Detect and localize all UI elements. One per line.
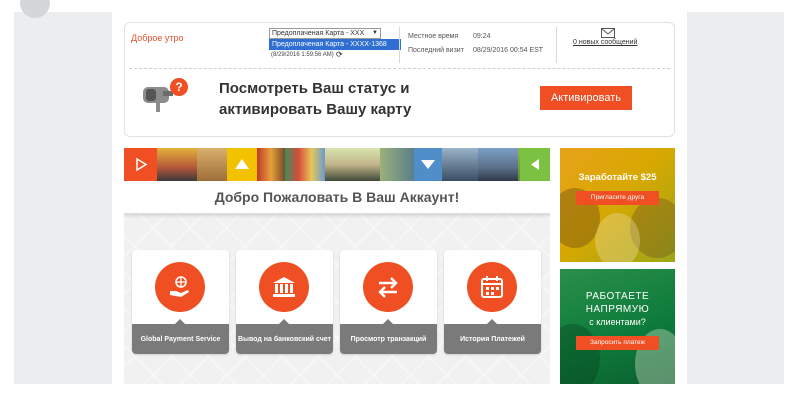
account-header-card: Доброе утро Предоплаченая Карта - ХХХ ▼ … xyxy=(124,22,675,137)
tile-icon-circle xyxy=(259,262,309,312)
tile-icon-circle xyxy=(467,262,517,312)
play-icon xyxy=(136,157,148,172)
card-timestamp: (8/29/2016 1:59:56 AM) xyxy=(271,52,334,58)
card-option-highlighted[interactable]: Предоплаченая Карта - ХХХХ-1368 xyxy=(269,39,401,50)
image-strip xyxy=(124,148,550,181)
strip-photo-people xyxy=(325,148,380,181)
mailbox-question-icon: ? xyxy=(143,78,188,112)
promo-photo xyxy=(560,324,600,384)
divider xyxy=(556,27,557,63)
promo-work-line2: НАПРЯМУЮ xyxy=(585,304,650,315)
strip-photo-money xyxy=(380,148,414,181)
strip-tile-play[interactable] xyxy=(124,148,157,181)
transfer-arrows-icon xyxy=(378,277,398,298)
strip-photo-coins xyxy=(285,148,325,181)
activate-button[interactable]: Активировать xyxy=(540,86,632,110)
status-message: Посмотреть Ваш статус и активировать Ваш… xyxy=(219,80,412,118)
tile-label: Global Payment Service xyxy=(132,319,229,354)
invite-friend-button[interactable]: Пригласите друга xyxy=(576,191,659,205)
welcome-bar: Добро Пожаловать В Ваш Аккаунт! xyxy=(124,181,550,214)
tile-global-payment[interactable]: Global Payment Service xyxy=(132,250,229,354)
tile-icon-circle xyxy=(155,262,205,312)
tile-bank-withdrawal[interactable]: Вывод на банковский счет xyxy=(236,250,333,354)
tile-label: Просмотр транзакций xyxy=(340,319,437,354)
messages-link[interactable]: 0 новых сообщений xyxy=(573,39,637,46)
promo-earn-title: Заработайте $25 xyxy=(578,172,657,183)
strip-photo-city xyxy=(157,148,197,181)
chevron-left-icon xyxy=(531,159,539,170)
dashed-separator xyxy=(129,68,670,69)
strip-photo-skyline xyxy=(478,148,518,181)
tile-icon-circle xyxy=(363,262,413,312)
local-time-value: 09:24 xyxy=(473,33,491,40)
refresh-icon[interactable]: ⟳ xyxy=(336,50,343,59)
calendar-icon xyxy=(481,276,503,298)
promo-photo xyxy=(595,213,640,262)
promo-work-line3: с клиентами? xyxy=(589,317,646,327)
strip-photo-pyramids xyxy=(197,148,227,181)
tile-payment-history[interactable]: История Платежей xyxy=(444,250,541,354)
strip-tile-down[interactable] xyxy=(414,148,442,181)
request-payment-button[interactable]: Запросить платеж xyxy=(576,336,659,350)
bank-icon xyxy=(273,277,295,297)
triangle-up-icon xyxy=(235,159,249,169)
local-time-label: Местное время xyxy=(408,33,459,40)
last-visit-value: 08/29/2016 00:54 EST xyxy=(473,47,544,54)
promo-work-line1: РАБОТАЕТЕ xyxy=(585,291,650,302)
strip-tile-triangle[interactable] xyxy=(227,148,257,181)
strip-photo-office xyxy=(442,148,478,181)
card-select[interactable]: Предоплаченая Карта - ХХХ ▼ xyxy=(269,28,381,39)
greeting-text: Доброе утро xyxy=(131,33,184,43)
svg-text:?: ? xyxy=(175,80,182,94)
strip-tile-prev[interactable] xyxy=(520,148,550,181)
tile-label: Вывод на банковский счет xyxy=(236,319,333,354)
divider xyxy=(399,27,400,63)
chevron-down-icon: ▼ xyxy=(372,30,378,36)
card-select-value: Предоплаченая Карта - ХХХ xyxy=(272,30,365,37)
strip-photo-dolls xyxy=(257,148,285,181)
welcome-heading: Добро Пожаловать В Ваш Аккаунт! xyxy=(214,189,460,205)
last-visit-label: Последний визит xyxy=(408,47,464,54)
tile-label: История Платежей xyxy=(444,319,541,354)
promo-earn-25[interactable]: Заработайте $25 Пригласите друга xyxy=(560,148,675,262)
triangle-down-icon xyxy=(421,160,435,169)
envelope-icon[interactable] xyxy=(601,28,615,38)
main-banner-panel: Добро Пожаловать В Ваш Аккаунт! Global P… xyxy=(124,148,550,384)
globe-hand-icon xyxy=(170,276,189,297)
promo-work-direct[interactable]: РАБОТАЕТЕ НАПРЯМУЮ с клиентами? Запросит… xyxy=(560,269,675,384)
tile-transactions[interactable]: Просмотр транзакций xyxy=(340,250,437,354)
